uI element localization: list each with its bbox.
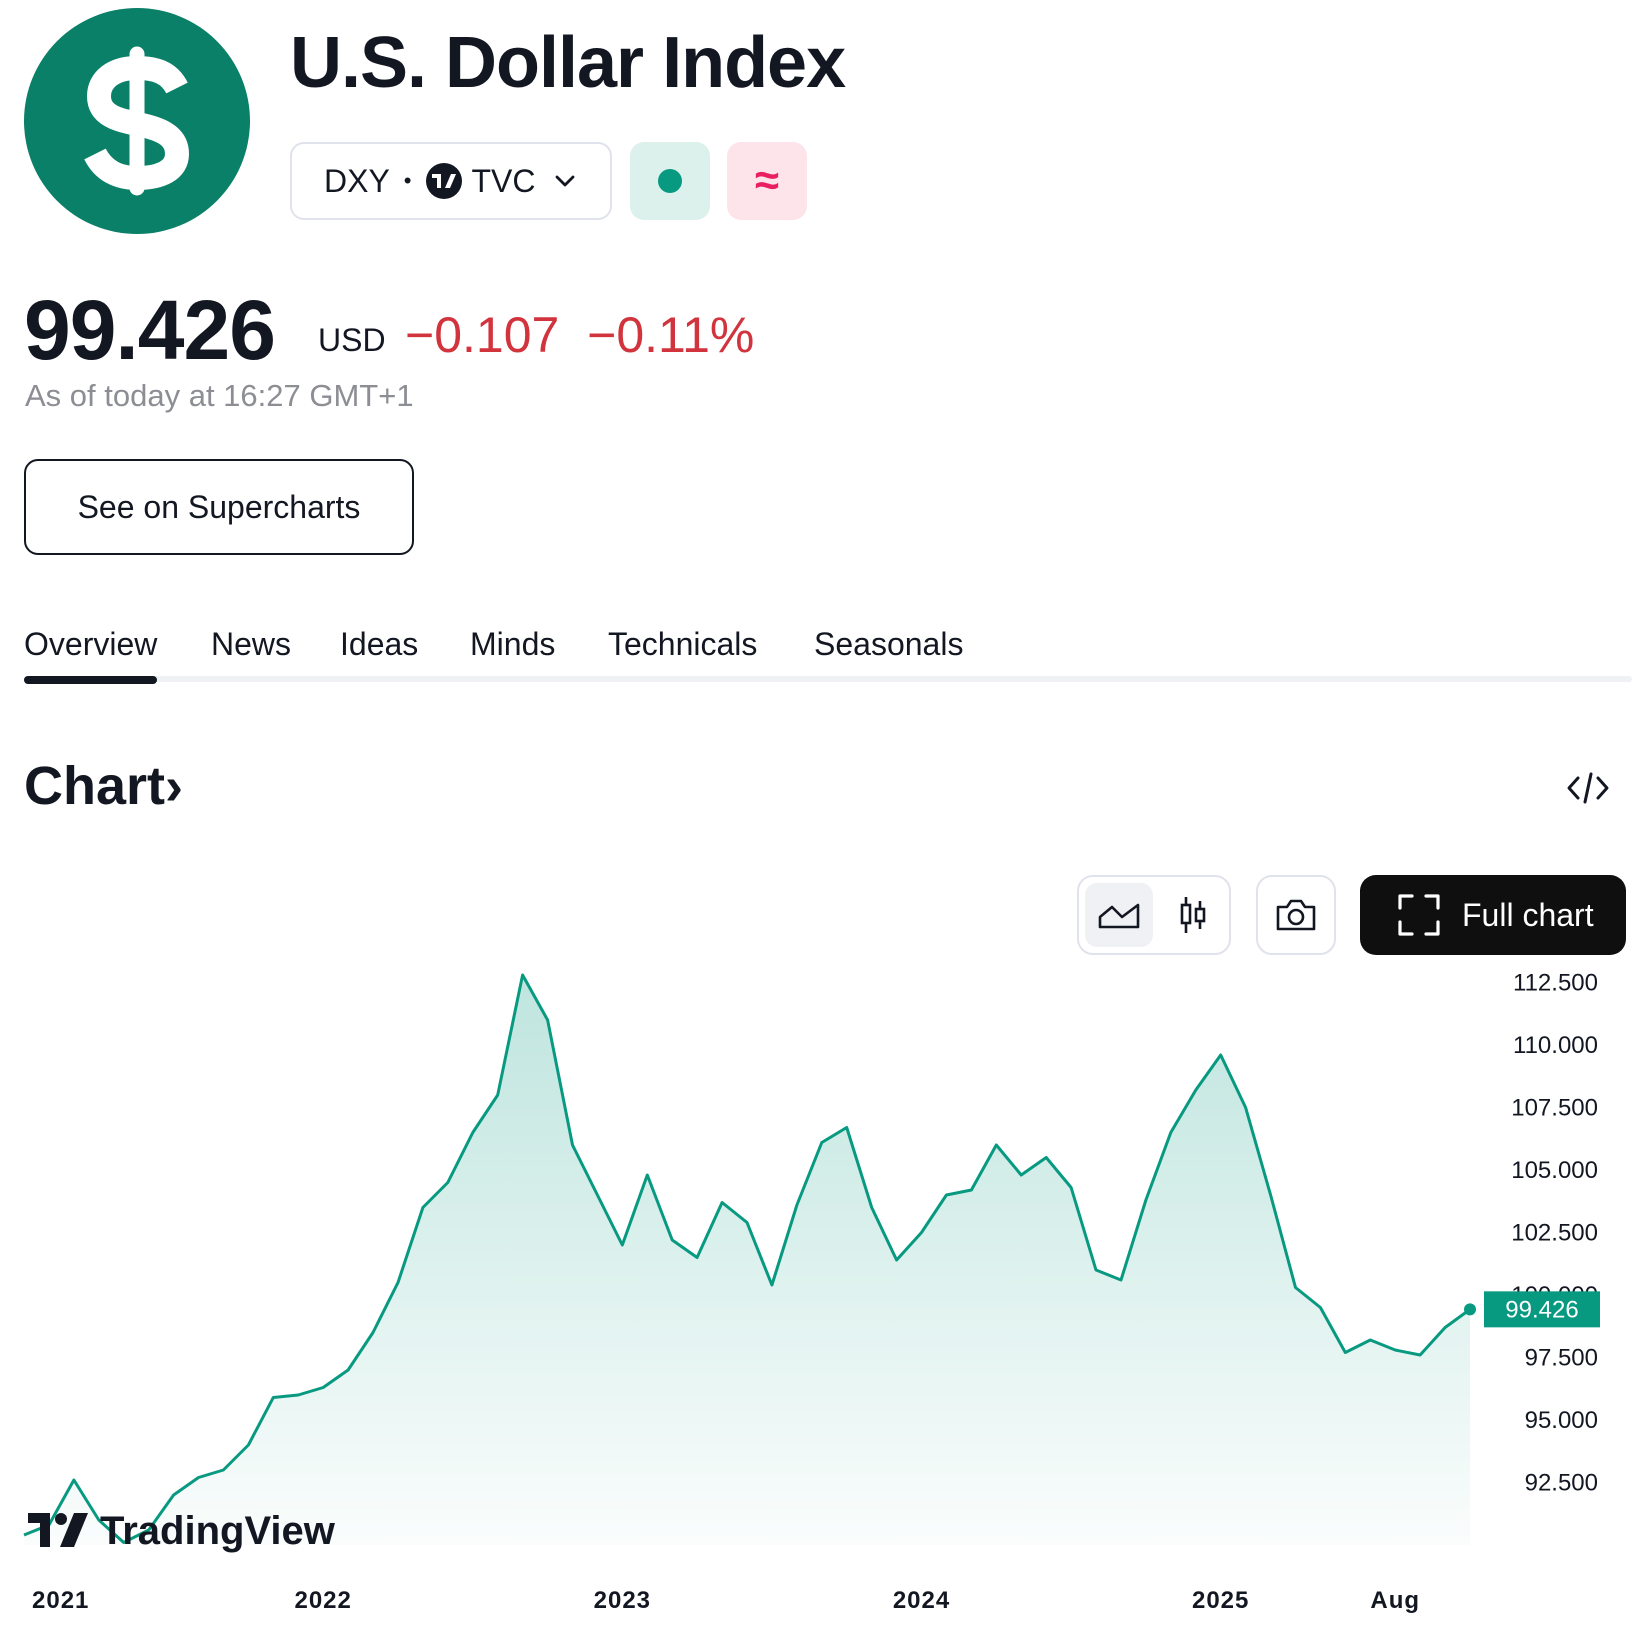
last-price: 99.426 [24, 283, 276, 377]
y-tick-label: 112.500 [1513, 970, 1598, 997]
price-chart[interactable]: 112.500110.000107.500105.000102.500100.0… [0, 960, 1650, 1638]
y-tick-label: 97.500 [1525, 1345, 1598, 1372]
embed-code-icon[interactable] [1566, 768, 1610, 808]
y-tick-label: 92.500 [1525, 1470, 1598, 1497]
delayed-data-button[interactable]: ≈ [727, 142, 807, 220]
candlestick-chart-button[interactable] [1159, 883, 1227, 947]
x-tick-label: 2023 [594, 1587, 651, 1614]
change-percent: −0.11% [587, 307, 755, 363]
y-tick-label: 102.500 [1511, 1220, 1598, 1247]
dollar-icon [84, 46, 190, 196]
market-status-button[interactable] [630, 142, 710, 220]
separator-dot: • [403, 168, 412, 193]
ticker-label: DXY [324, 162, 390, 199]
last-price-tag-label: 99.426 [1505, 1296, 1578, 1323]
chart-heading: Chart [24, 756, 166, 816]
exchange-label: TVC [471, 162, 536, 199]
tradingview-watermark: TradingView [28, 1509, 336, 1553]
exchange-logo-icon [425, 163, 462, 199]
x-tick-label: 2025 [1192, 1587, 1249, 1614]
snapshot-button[interactable] [1256, 875, 1336, 955]
y-tick-label: 95.000 [1525, 1407, 1598, 1434]
area-chart-button[interactable] [1085, 883, 1153, 947]
tab-minds[interactable]: Minds [470, 626, 555, 663]
full-chart-button[interactable]: Full chart [1360, 875, 1626, 955]
area-chart-icon [1098, 903, 1140, 929]
change-absolute: −0.107 [405, 307, 560, 363]
x-tick-label: 2024 [893, 1587, 950, 1614]
tab-ideas[interactable]: Ideas [340, 626, 418, 663]
symbol-logo [24, 8, 250, 234]
fullscreen-icon [1398, 894, 1440, 936]
x-tick-label: 2021 [32, 1587, 89, 1614]
x-tick-label: 2022 [294, 1587, 351, 1614]
section-tabs: Overview News Ideas Minds Technicals Sea… [24, 620, 1632, 684]
chart-type-switcher [1077, 875, 1231, 955]
tab-technicals[interactable]: Technicals [608, 626, 757, 663]
market-open-dot-icon [658, 169, 682, 193]
y-tick-label: 105.000 [1511, 1157, 1598, 1184]
price-area-fill [24, 975, 1470, 1545]
tab-seasonals[interactable]: Seasonals [814, 626, 963, 663]
camera-icon [1276, 899, 1316, 931]
tab-overview[interactable]: Overview [24, 626, 158, 684]
price-currency: USD [318, 322, 386, 358]
quote-timestamp: As of today at 16:27 GMT+1 [25, 378, 414, 413]
page-title: U.S. Dollar Index [290, 23, 846, 103]
tabs-divider [24, 676, 1632, 682]
see-on-supercharts-button[interactable]: See on Supercharts [24, 459, 414, 555]
chart-section-link[interactable]: Chart› [24, 755, 183, 817]
delay-icon: ≈ [754, 156, 780, 205]
chevron-down-icon [555, 175, 574, 187]
full-chart-label: Full chart [1462, 896, 1594, 933]
chevron-right-icon: › [165, 756, 183, 816]
symbol-exchange-selector[interactable]: DXY • TVC [290, 142, 612, 220]
tab-news[interactable]: News [211, 626, 291, 663]
price-change: −0.107 −0.11% [405, 306, 754, 364]
last-price-dot [1464, 1303, 1476, 1316]
candlestick-icon [1180, 897, 1206, 933]
x-tick-label: Aug [1370, 1587, 1420, 1614]
y-tick-label: 107.500 [1511, 1095, 1598, 1122]
y-tick-label: 110.000 [1513, 1032, 1598, 1059]
tradingview-wordmark: TradingView [100, 1509, 336, 1553]
